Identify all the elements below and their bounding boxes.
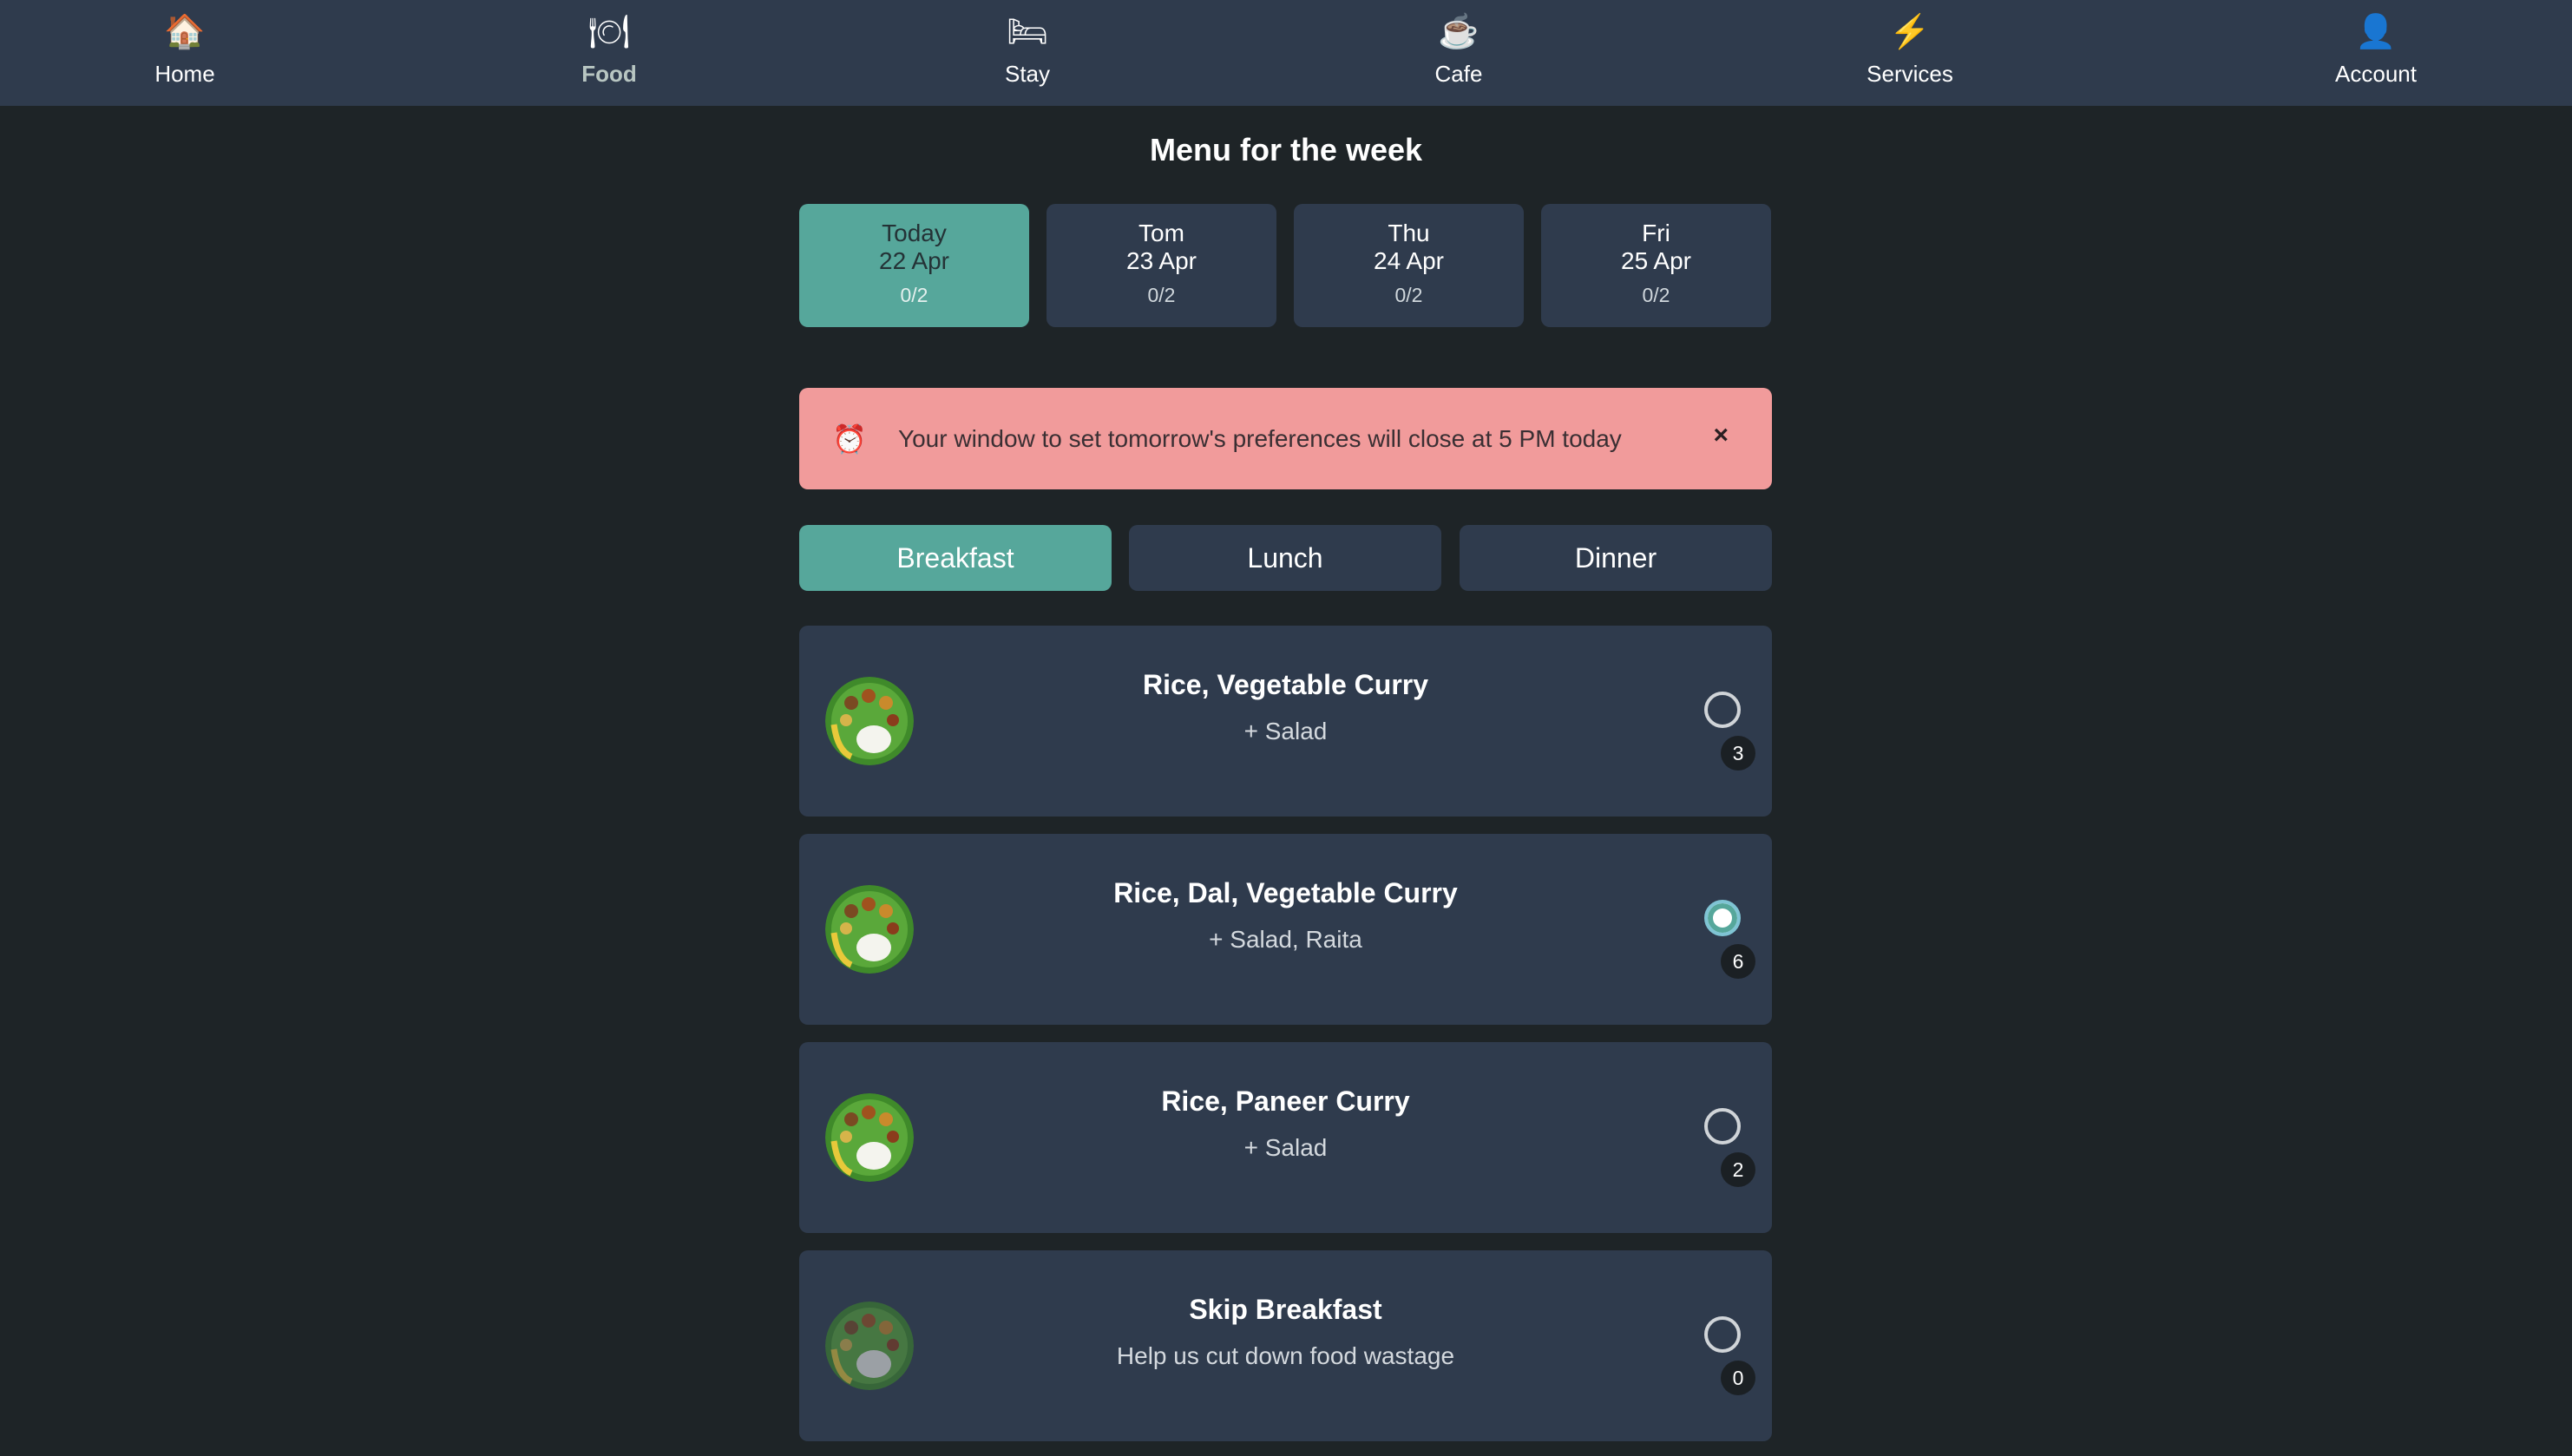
tab-dinner[interactable]: Dinner xyxy=(1460,525,1772,591)
deadline-alert: ⏰ Your window to set tomorrow's preferen… xyxy=(799,388,1772,489)
nav-label: Cafe xyxy=(1434,61,1483,87)
menu-item-sides: + Salad xyxy=(1243,1134,1328,1161)
day-name: Fri xyxy=(1642,220,1670,246)
menu-item-sides: + Salad, Raita xyxy=(1209,926,1362,953)
menu-item-name: Rice, Vegetable Curry xyxy=(1142,669,1429,700)
lightning-icon: ⚡ xyxy=(1889,14,1931,50)
menu-item-name: Rice, Dal, Vegetable Curry xyxy=(1113,877,1458,908)
nav-item-food[interactable]: 🍽 Food xyxy=(496,0,722,106)
day-name: Today xyxy=(882,220,947,246)
day-selection-count: 0/2 xyxy=(900,284,928,306)
bed-icon: 🛏 xyxy=(1006,14,1049,50)
vote-count-badge: 2 xyxy=(1721,1152,1755,1187)
nav-label: Food xyxy=(581,61,637,87)
vote-count-badge: 0 xyxy=(1721,1361,1755,1395)
menu-item[interactable]: Rice, Vegetable Curry + Salad 3 xyxy=(799,626,1772,817)
day-selection-count: 0/2 xyxy=(1394,284,1423,306)
nav-item-account[interactable]: 👤 Account xyxy=(2263,0,2489,106)
close-icon[interactable]: × xyxy=(1713,421,1729,450)
day-selection-count: 0/2 xyxy=(1642,284,1670,306)
alarm-clock-icon: ⏰ xyxy=(832,423,867,455)
day-name: Tom xyxy=(1138,220,1184,246)
page-title: Menu for the week xyxy=(1149,132,1423,167)
day-date: 22 Apr xyxy=(879,247,949,274)
menu-item-radio[interactable] xyxy=(1704,1316,1741,1353)
menu-item-skip[interactable]: Skip Breakfast Help us cut down food was… xyxy=(799,1250,1772,1441)
nav-item-services[interactable]: ⚡ Services xyxy=(1797,0,2023,106)
day-tab-thu[interactable]: Thu 24 Apr 0/2 xyxy=(1294,204,1524,327)
top-navigation: 🏠 Home 🍽 Food 🛏 Stay ☕ Cafe ⚡ Services 👤… xyxy=(0,0,2572,106)
plate-icon: 🍽 xyxy=(587,14,631,50)
day-name: Thu xyxy=(1388,220,1430,246)
day-date: 25 Apr xyxy=(1621,247,1691,274)
day-date: 23 Apr xyxy=(1126,247,1197,274)
day-selection-count: 0/2 xyxy=(1147,284,1176,306)
menu-item[interactable]: Rice, Paneer Curry + Salad 2 xyxy=(799,1042,1772,1233)
tab-breakfast[interactable]: Breakfast xyxy=(799,525,1112,591)
nav-label: Account xyxy=(2335,61,2417,87)
menu-item[interactable]: Rice, Dal, Vegetable Curry + Salad, Rait… xyxy=(799,834,1772,1025)
day-tab-tomorrow[interactable]: Tom 23 Apr 0/2 xyxy=(1047,204,1276,327)
day-tab-fri[interactable]: Fri 25 Apr 0/2 xyxy=(1541,204,1771,327)
nav-label: Stay xyxy=(1004,61,1051,87)
nav-item-cafe[interactable]: ☕ Cafe xyxy=(1346,0,1571,106)
menu-item-name: Rice, Paneer Curry xyxy=(1161,1085,1410,1117)
house-icon: 🏠 xyxy=(164,14,206,50)
menu-item-radio[interactable] xyxy=(1704,692,1741,728)
vote-count-badge: 6 xyxy=(1721,944,1755,979)
menu-item-radio[interactable] xyxy=(1704,900,1741,936)
nav-item-home[interactable]: 🏠 Home xyxy=(72,0,298,106)
menu-item-sides: + Salad xyxy=(1243,718,1328,744)
menu-item-name: Skip Breakfast xyxy=(1189,1294,1382,1325)
menu-item-radio[interactable] xyxy=(1704,1108,1741,1144)
nav-label: Services xyxy=(1867,61,1953,87)
nav-item-stay[interactable]: 🛏 Stay xyxy=(915,0,1140,106)
day-tab-today[interactable]: Today 22 Apr 0/2 xyxy=(799,204,1029,327)
alert-message: Your window to set tomorrow's preference… xyxy=(898,424,1622,452)
tab-lunch[interactable]: Lunch xyxy=(1129,525,1441,591)
vote-count-badge: 3 xyxy=(1721,736,1755,771)
user-icon: 👤 xyxy=(2355,14,2397,50)
day-date: 24 Apr xyxy=(1374,247,1444,274)
nav-label: Home xyxy=(154,61,215,87)
menu-item-sides: Help us cut down food wastage xyxy=(1116,1342,1455,1369)
coffee-icon: ☕ xyxy=(1438,14,1480,50)
